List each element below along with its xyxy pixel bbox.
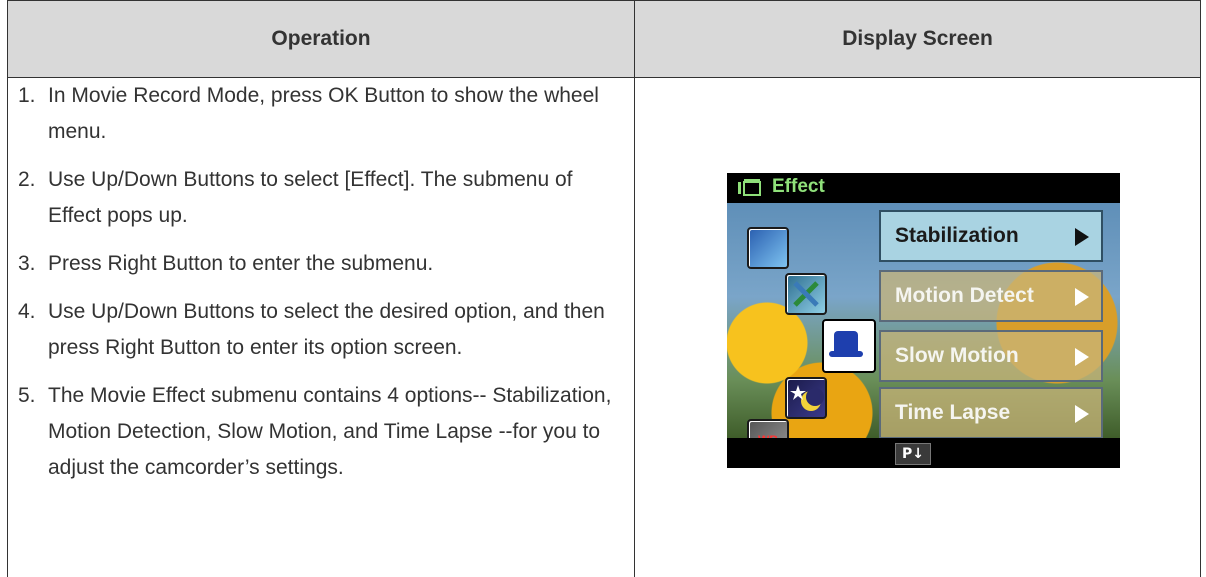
menu-item-label: Time Lapse xyxy=(895,401,1011,424)
header-operation: Operation xyxy=(271,27,371,50)
tools-icon xyxy=(785,273,827,315)
effect-hat-icon xyxy=(822,319,876,373)
movie-mode-icon xyxy=(738,179,761,196)
step-number: 4. xyxy=(18,300,36,323)
page-down-icon: P↓ xyxy=(895,443,931,465)
operation-steps: 1. In Movie Record Mode, press OK Button… xyxy=(8,78,634,498)
step-text: In Movie Record Mode, press OK Button to… xyxy=(48,84,599,143)
menu-item-label: Slow Motion xyxy=(895,344,1019,367)
hat-shape xyxy=(834,331,858,353)
screen-title: Effect xyxy=(772,176,825,197)
camera-display-screen: Effect WB Stabilization Motion Detect Sl… xyxy=(727,173,1120,468)
step-number: 1. xyxy=(18,84,36,107)
screen-bottom-bar: P↓ xyxy=(727,438,1120,468)
moon-star-icon xyxy=(790,385,824,411)
right-arrow-icon xyxy=(1075,348,1089,366)
hat-brim xyxy=(829,351,863,357)
header-display-screen: Display Screen xyxy=(842,27,993,50)
step-item: 2. Use Up/Down Buttons to select [Effect… xyxy=(8,162,634,234)
wheel-icon-scene xyxy=(747,227,789,269)
step-number: 2. xyxy=(18,168,36,191)
step-text: Use Up/Down Buttons to select [Effect]. … xyxy=(48,168,573,227)
right-arrow-icon xyxy=(1075,228,1089,246)
right-arrow-icon xyxy=(1075,288,1089,306)
step-item: 4. Use Up/Down Buttons to select the des… xyxy=(8,294,634,366)
menu-item-slow-motion[interactable]: Slow Motion xyxy=(879,330,1103,382)
night-mode-icon xyxy=(785,377,827,419)
menu-item-stabilization[interactable]: Stabilization xyxy=(879,210,1103,262)
step-text: The Movie Effect submenu contains 4 opti… xyxy=(48,384,612,479)
menu-item-label: Stabilization xyxy=(895,224,1019,247)
step-text: Press Right Button to enter the submenu. xyxy=(48,252,434,275)
step-number: 3. xyxy=(18,252,36,275)
menu-item-time-lapse[interactable]: Time Lapse xyxy=(879,387,1103,439)
step-item: 3. Press Right Button to enter the subme… xyxy=(8,246,634,282)
menu-item-motion-detect[interactable]: Motion Detect xyxy=(879,270,1103,322)
right-arrow-icon xyxy=(1075,405,1089,423)
step-text: Use Up/Down Buttons to select the desire… xyxy=(48,300,605,359)
wrench-icon xyxy=(793,281,819,307)
step-item: 5. The Movie Effect submenu contains 4 o… xyxy=(8,378,634,486)
menu-item-label: Motion Detect xyxy=(895,284,1034,307)
screen-title-bar: Effect xyxy=(727,173,1120,203)
step-number: 5. xyxy=(18,384,36,407)
column-divider xyxy=(634,0,635,577)
step-item: 1. In Movie Record Mode, press OK Button… xyxy=(8,78,634,150)
